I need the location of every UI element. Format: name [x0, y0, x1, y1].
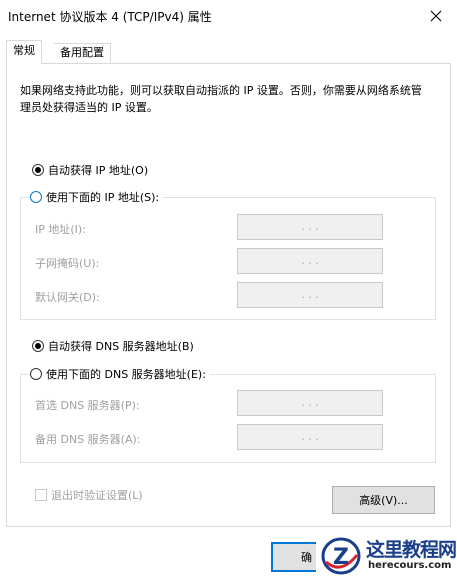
default-gateway-input[interactable]: . . .: [237, 282, 383, 308]
dns-manual-option[interactable]: 使用下面的 DNS 服务器地址(E):: [30, 366, 210, 382]
alternate-dns-label: 备用 DNS 服务器(A):: [35, 433, 141, 446]
ip-auto-label: 自动获得 IP 地址(O): [48, 164, 149, 177]
preferred-dns-value: . . .: [301, 396, 319, 409]
ip-auto-radio[interactable]: [32, 164, 44, 176]
dns-auto-radio[interactable]: [32, 340, 44, 352]
dns-manual-radio[interactable]: [30, 368, 42, 380]
watermark-title: 这里教程网: [366, 539, 457, 561]
window-title: Internet 协议版本 4 (TCP/IPv4) 属性: [8, 10, 212, 24]
preferred-dns-label: 首选 DNS 服务器(P):: [35, 399, 140, 412]
dns-auto-option[interactable]: 自动获得 DNS 服务器地址(B): [32, 338, 198, 354]
watermark: Z 这里教程网 herecours.com: [316, 532, 457, 578]
ip-auto-option[interactable]: 自动获得 IP 地址(O): [32, 162, 153, 178]
dns-auto-label: 自动获得 DNS 服务器地址(B): [48, 340, 194, 353]
title-bar: Internet 协议版本 4 (TCP/IPv4) 属性: [0, 0, 457, 34]
close-icon: [430, 10, 442, 22]
validate-on-exit-option[interactable]: 退出时验证设置(L): [35, 487, 143, 503]
watermark-url: herecours.com: [368, 560, 452, 571]
alternate-dns-input[interactable]: . . .: [237, 424, 383, 450]
validate-on-exit-checkbox[interactable]: [35, 489, 47, 501]
validate-on-exit-label: 退出时验证设置(L): [51, 489, 143, 502]
default-gateway-value: . . .: [301, 288, 319, 301]
ip-address-input[interactable]: . . .: [237, 214, 383, 240]
watermark-logo-letter: Z: [333, 545, 349, 570]
subnet-mask-value: . . .: [301, 254, 319, 267]
ip-manual-option[interactable]: 使用下面的 IP 地址(S):: [30, 189, 164, 205]
close-button[interactable]: [415, 0, 457, 32]
subnet-mask-input[interactable]: . . .: [237, 248, 383, 274]
dns-manual-label: 使用下面的 DNS 服务器地址(E):: [46, 368, 206, 381]
alternate-dns-value: . . .: [301, 430, 319, 443]
ip-address-label: IP 地址(I):: [35, 223, 86, 236]
tab-alternate-configuration[interactable]: 备用配置: [54, 43, 111, 64]
ip-address-value: . . .: [301, 220, 319, 233]
ip-manual-label: 使用下面的 IP 地址(S):: [46, 191, 160, 204]
tab-general[interactable]: 常规: [6, 40, 42, 64]
ip-manual-radio[interactable]: [30, 191, 42, 203]
watermark-logo: Z: [321, 537, 361, 575]
subnet-mask-label: 子网掩码(U):: [35, 257, 100, 270]
advanced-button[interactable]: 高级(V)...: [332, 486, 435, 514]
description-text: 如果网络支持此功能，则可以获取自动指派的 IP 设置。否则，你需要从网络系统管理…: [20, 84, 422, 114]
default-gateway-label: 默认网关(D):: [35, 291, 100, 304]
preferred-dns-input[interactable]: . . .: [237, 390, 383, 416]
